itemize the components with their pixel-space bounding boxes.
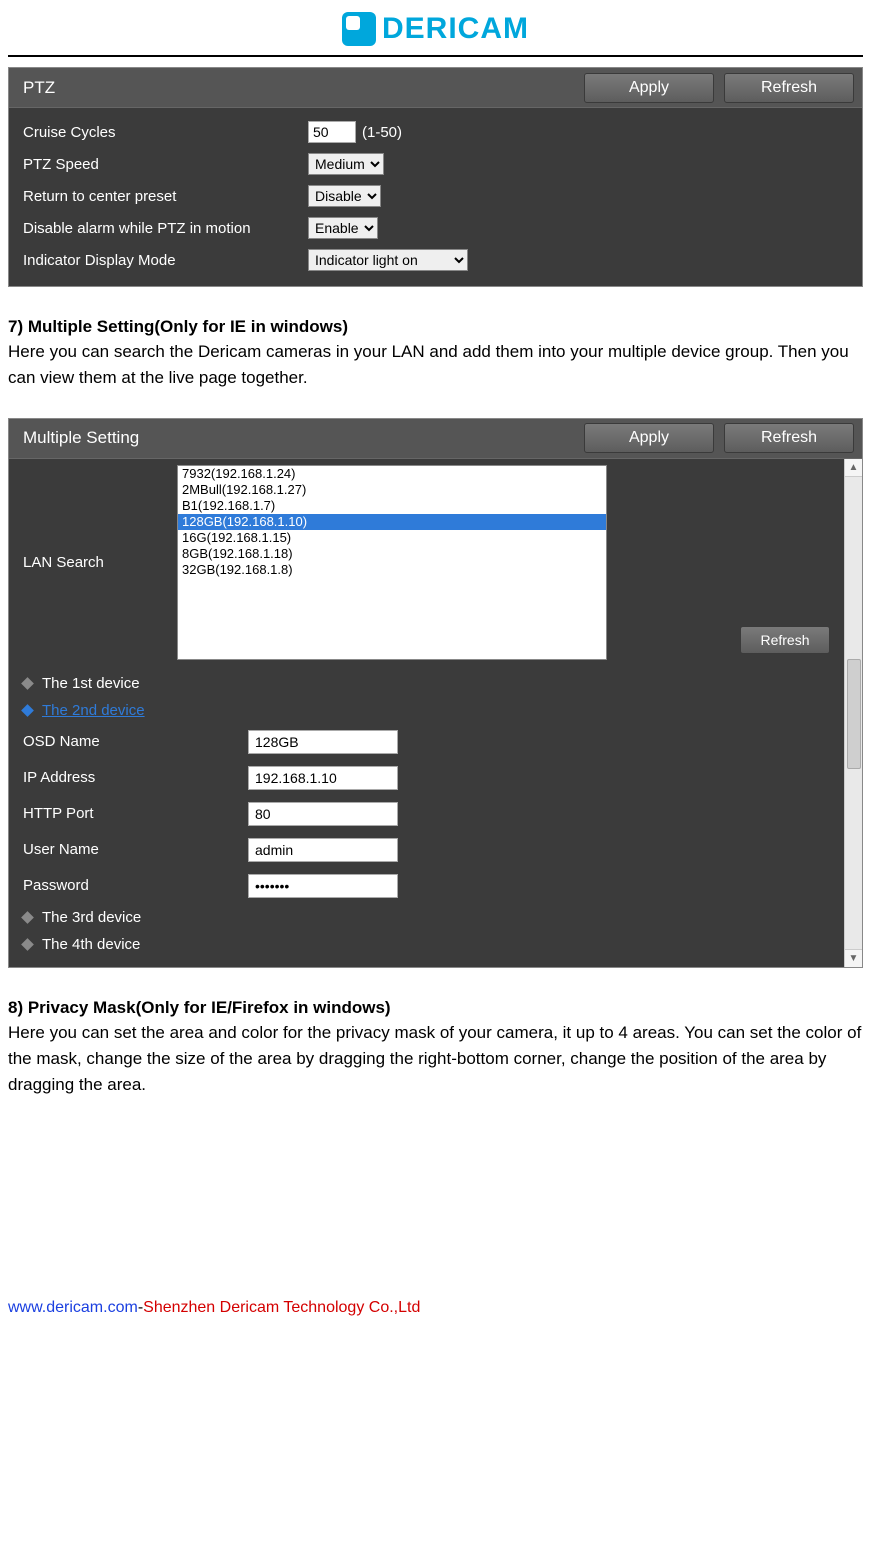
- osd-name-input[interactable]: [248, 730, 398, 754]
- ptz-panel: PTZ Apply Refresh Cruise Cycles (1-50) P…: [8, 67, 863, 287]
- list-item-selected[interactable]: 128GB(192.168.1.10): [178, 514, 606, 530]
- diamond-icon: [21, 677, 34, 690]
- list-item[interactable]: 16G(192.168.1.15): [178, 530, 606, 546]
- ptz-apply-button[interactable]: Apply: [584, 73, 714, 103]
- password-input[interactable]: [248, 874, 398, 898]
- footer-company: Shenzhen Dericam Technology Co.,Ltd: [143, 1299, 420, 1316]
- return-preset-label: Return to center preset: [23, 188, 308, 205]
- indicator-mode-select[interactable]: Indicator light on: [308, 249, 468, 271]
- device-2-link[interactable]: The 2nd device: [42, 702, 145, 719]
- page-footer: www.dericam.com-Shenzhen Dericam Technol…: [8, 1299, 863, 1333]
- user-name-input[interactable]: [248, 838, 398, 862]
- diamond-icon: [21, 938, 34, 951]
- ms-refresh-button[interactable]: Refresh: [724, 423, 854, 453]
- ptz-panel-header: PTZ Apply Refresh: [9, 68, 862, 108]
- ip-address-label: IP Address: [23, 769, 248, 786]
- scroll-up-icon[interactable]: ▲: [845, 459, 862, 477]
- return-preset-select[interactable]: Disable: [308, 185, 381, 207]
- user-name-label: User Name: [23, 841, 248, 858]
- footer-url[interactable]: www.dericam.com: [8, 1299, 138, 1316]
- scrollbar[interactable]: ▲ ▼: [844, 459, 862, 967]
- ms-title: Multiple Setting: [23, 428, 574, 448]
- osd-name-label: OSD Name: [23, 733, 248, 750]
- list-item[interactable]: B1(192.168.1.7): [178, 498, 606, 514]
- lan-refresh-button[interactable]: Refresh: [740, 626, 830, 654]
- diamond-icon: [21, 704, 34, 717]
- ptz-title: PTZ: [23, 78, 574, 98]
- cruise-cycles-suffix: (1-50): [362, 124, 402, 141]
- device-4[interactable]: The 4th device: [42, 936, 140, 953]
- ms-panel-header: Multiple Setting Apply Refresh: [9, 419, 862, 459]
- list-item[interactable]: 32GB(192.168.1.8): [178, 562, 606, 578]
- lan-search-list[interactable]: 7932(192.168.1.24) 2MBull(192.168.1.27) …: [177, 465, 607, 660]
- scroll-thumb[interactable]: [847, 659, 861, 769]
- http-port-label: HTTP Port: [23, 805, 248, 822]
- diamond-icon: [21, 911, 34, 924]
- scroll-down-icon[interactable]: ▼: [845, 949, 862, 967]
- cruise-cycles-input[interactable]: [308, 121, 356, 143]
- section8-heading: 8) Privacy Mask(Only for IE/Firefox in w…: [8, 998, 863, 1018]
- ptz-speed-select[interactable]: Medium: [308, 153, 384, 175]
- list-item[interactable]: 7932(192.168.1.24): [178, 466, 606, 482]
- indicator-mode-label: Indicator Display Mode: [23, 252, 308, 269]
- ip-address-input[interactable]: [248, 766, 398, 790]
- page-header: DERICAM: [8, 0, 863, 57]
- logo-icon: [342, 12, 376, 46]
- brand-logo: DERICAM: [342, 12, 529, 46]
- logo-text: DERICAM: [382, 12, 529, 46]
- lan-search-label: LAN Search: [23, 554, 163, 571]
- ptz-speed-label: PTZ Speed: [23, 156, 308, 173]
- ptz-panel-body: Cruise Cycles (1-50) PTZ Speed Medium Re…: [9, 108, 862, 286]
- disable-alarm-label: Disable alarm while PTZ in motion: [23, 220, 308, 237]
- disable-alarm-select[interactable]: Enable: [308, 217, 378, 239]
- list-item[interactable]: 2MBull(192.168.1.27): [178, 482, 606, 498]
- ms-apply-button[interactable]: Apply: [584, 423, 714, 453]
- ptz-refresh-button[interactable]: Refresh: [724, 73, 854, 103]
- device-3[interactable]: The 3rd device: [42, 909, 141, 926]
- section7-body: Here you can search the Dericam cameras …: [8, 339, 863, 392]
- device-1[interactable]: The 1st device: [42, 675, 140, 692]
- http-port-input[interactable]: [248, 802, 398, 826]
- multiple-setting-panel: Multiple Setting Apply Refresh LAN Searc…: [8, 418, 863, 968]
- section7-heading: 7) Multiple Setting(Only for IE in windo…: [8, 317, 863, 337]
- password-label: Password: [23, 877, 248, 894]
- section8-body: Here you can set the area and color for …: [8, 1020, 863, 1099]
- list-item[interactable]: 8GB(192.168.1.18): [178, 546, 606, 562]
- cruise-cycles-label: Cruise Cycles: [23, 124, 308, 141]
